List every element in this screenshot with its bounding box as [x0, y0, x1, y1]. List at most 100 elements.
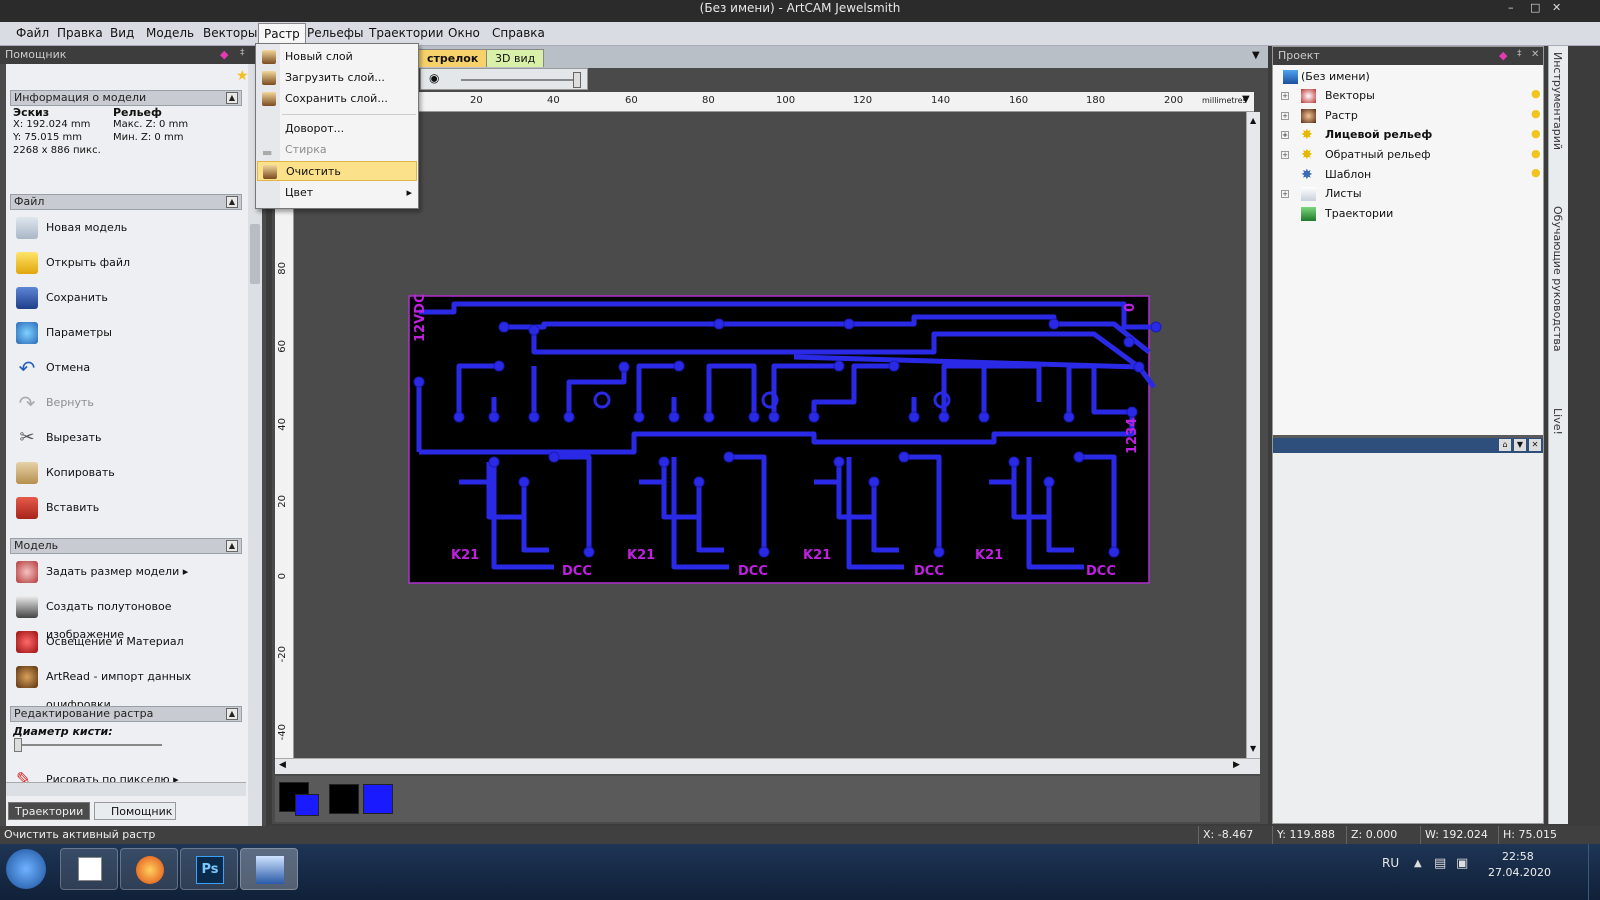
- show-desktop-button[interactable]: [1588, 844, 1600, 900]
- scroll-right-icon[interactable]: ▶: [1233, 760, 1240, 770]
- new-model-button[interactable]: Новая модель: [14, 214, 244, 242]
- pin-icon[interactable]: ◆: [220, 48, 228, 61]
- bulb-icon[interactable]: ●: [1531, 147, 1541, 160]
- menu-file[interactable]: Файл: [16, 26, 49, 40]
- secondary-color-swatch[interactable]: [295, 794, 319, 816]
- artread-button[interactable]: ArtRead - импорт данных оцифровки: [14, 663, 244, 711]
- notepad-icon: [78, 857, 102, 881]
- zoom-icon[interactable]: ◉: [429, 71, 439, 85]
- bulb-icon[interactable]: ●: [1531, 87, 1541, 100]
- clock-time[interactable]: 22:58: [1502, 850, 1534, 863]
- grayscale-button[interactable]: Создать полутоновое изображение: [14, 593, 244, 641]
- brush-slider[interactable]: [16, 744, 162, 746]
- home-icon[interactable]: ⌂: [1499, 439, 1511, 451]
- menu-erase[interactable]: ▬ Стирка: [257, 140, 417, 160]
- menu-toolpaths[interactable]: Траектории: [369, 26, 443, 40]
- collapse-icon[interactable]: ▲: [226, 708, 238, 720]
- side-tab-tutorials[interactable]: Обучающие руководства: [1551, 206, 1564, 352]
- menu-window[interactable]: Окно: [448, 26, 480, 40]
- palette-swatch-blue[interactable]: [363, 784, 393, 814]
- scroll-up-icon[interactable]: ▲: [1250, 116, 1256, 125]
- cut-button[interactable]: ✂ Вырезать: [14, 424, 244, 452]
- taskbar-notepad[interactable]: [60, 848, 118, 890]
- horizontal-scrollbar[interactable]: [6, 782, 246, 796]
- tab-list-icon[interactable]: ▼: [1252, 50, 1260, 61]
- lighting-button[interactable]: Освещение и Материал: [14, 628, 244, 656]
- side-tab-toolbox[interactable]: Инструментарий: [1551, 52, 1564, 150]
- pcb-svg[interactable]: 12VDC 0 1234 K21 K21 K21 K21 DCC DCC DCC…: [294, 112, 1246, 758]
- menu-view[interactable]: Вид: [110, 26, 134, 40]
- palette-swatch-black[interactable]: [329, 784, 359, 814]
- tab-3d-view[interactable]: 3D вид: [486, 49, 545, 67]
- undo-button[interactable]: ↶ Отмена: [14, 354, 244, 382]
- expand-icon[interactable]: +: [1281, 190, 1289, 198]
- side-tab-live[interactable]: Live!: [1551, 408, 1564, 435]
- menu-help[interactable]: Справка: [492, 26, 545, 40]
- bulb-icon[interactable]: ●: [1531, 107, 1541, 120]
- menu-model[interactable]: Модель: [146, 26, 194, 40]
- open-file-button[interactable]: Открыть файл: [14, 249, 244, 277]
- redo-button[interactable]: ↷ Вернуть: [14, 389, 244, 417]
- taskbar-artcam[interactable]: [240, 848, 298, 890]
- save-button[interactable]: Сохранить: [14, 284, 244, 312]
- star-icon[interactable]: ★: [236, 68, 249, 84]
- menu-clear[interactable]: Очистить: [257, 161, 417, 181]
- expand-icon[interactable]: +: [1281, 151, 1289, 159]
- ruler-menu-icon[interactable]: ▼: [1242, 94, 1250, 105]
- minimize-button[interactable]: –: [1508, 0, 1514, 16]
- copy-button[interactable]: Копировать: [14, 459, 244, 487]
- menu-rotate[interactable]: Доворот...: [257, 119, 417, 139]
- menu-load-layer[interactable]: Загрузить слой...: [257, 68, 417, 88]
- dock-icon[interactable]: ‡: [240, 48, 245, 58]
- taskbar-photoshop[interactable]: Ps: [180, 848, 238, 890]
- menu-reliefs[interactable]: Рельефы: [307, 26, 363, 40]
- bulb-icon[interactable]: ●: [1531, 166, 1541, 179]
- close-window-button[interactable]: ✕: [1552, 0, 1561, 16]
- paste-button[interactable]: Вставить: [14, 494, 244, 522]
- model-section-header[interactable]: Модель ▲: [10, 538, 242, 554]
- scroll-down-icon[interactable]: ▼: [1250, 744, 1256, 753]
- canvas-horizontal-scrollbar[interactable]: ◀ ▶: [275, 758, 1260, 774]
- dropdown-icon[interactable]: ▼: [1514, 439, 1526, 451]
- collapse-icon[interactable]: ▲: [226, 540, 238, 552]
- brush-slider-thumb[interactable]: [14, 738, 22, 752]
- collapse-icon[interactable]: ▲: [226, 196, 238, 208]
- raster-dropdown-menu: Новый слой Загрузить слой... Сохранить с…: [255, 43, 419, 209]
- zoom-slider-thumb[interactable]: [573, 72, 581, 88]
- tab-toolpaths[interactable]: Траектории: [8, 802, 90, 820]
- expand-icon[interactable]: +: [1281, 112, 1289, 120]
- tab-helper[interactable]: Помощник: [94, 802, 176, 820]
- tray-network-icon[interactable]: ▤: [1434, 856, 1446, 871]
- expand-icon[interactable]: +: [1281, 131, 1289, 139]
- taskbar-firefox[interactable]: [120, 848, 178, 890]
- scroll-left-icon[interactable]: ◀: [279, 760, 286, 770]
- language-indicator[interactable]: RU: [1382, 856, 1399, 870]
- zoom-slider[interactable]: [461, 79, 581, 81]
- tray-arrow-icon[interactable]: ▲: [1414, 858, 1422, 869]
- menu-vectors[interactable]: Векторы: [203, 26, 257, 40]
- tray-display-icon[interactable]: ▣: [1456, 856, 1468, 871]
- parameters-button[interactable]: Параметры: [14, 319, 244, 347]
- pin-icon[interactable]: ◆: [1499, 49, 1507, 62]
- set-model-size-button[interactable]: Задать размер модели ▸: [14, 558, 244, 586]
- windows-start-icon[interactable]: [6, 849, 46, 889]
- maximize-button[interactable]: □: [1530, 0, 1540, 16]
- collapse-icon[interactable]: ▲: [226, 92, 238, 104]
- clock-date[interactable]: 27.04.2020: [1488, 866, 1551, 879]
- raster-edit-header[interactable]: Редактирование растра ▲: [10, 706, 242, 722]
- pcb-board[interactable]: [408, 295, 1150, 584]
- canvas-vertical-scrollbar[interactable]: ▲ ▼: [1246, 112, 1260, 758]
- menu-save-layer[interactable]: Сохранить слой...: [257, 89, 417, 109]
- menu-new-layer[interactable]: Новый слой: [257, 47, 417, 67]
- model-info-header[interactable]: Информация о модели ▲: [10, 90, 242, 106]
- file-section-header[interactable]: Файл ▲: [10, 194, 242, 210]
- dock-icon[interactable]: ‡: [1517, 49, 1522, 59]
- menu-raster[interactable]: Растр: [258, 23, 306, 44]
- menu-color[interactable]: Цвет ▸: [257, 183, 417, 203]
- menu-edit[interactable]: Правка: [57, 26, 103, 40]
- expand-icon[interactable]: +: [1281, 92, 1289, 100]
- close-icon[interactable]: ✕: [1529, 439, 1541, 451]
- close-panel-icon[interactable]: ✕: [1531, 49, 1539, 60]
- bulb-icon[interactable]: ●: [1531, 127, 1541, 140]
- drawing-canvas[interactable]: 12VDC 0 1234 K21 K21 K21 K21 DCC DCC DCC…: [294, 112, 1246, 758]
